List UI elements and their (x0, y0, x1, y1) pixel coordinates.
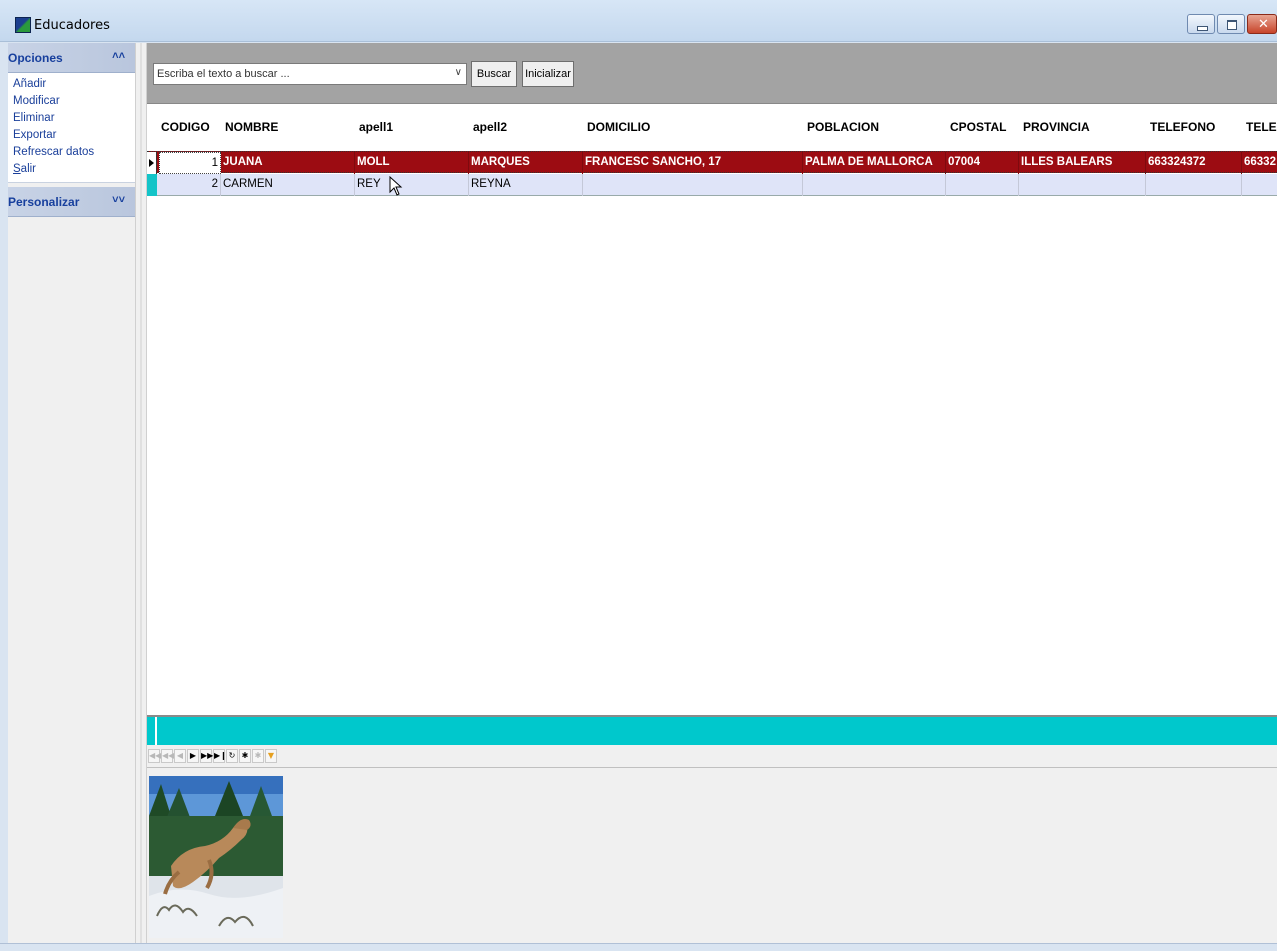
close-button[interactable]: ✕ (1247, 14, 1277, 34)
search-toolbar: ∨ Buscar Inicializar (147, 43, 1277, 103)
prior-record-icon[interactable]: ◀ (174, 749, 186, 763)
column-header-telefono[interactable]: TELEFONO (1146, 104, 1242, 150)
personalizar-header[interactable]: Personalizar ˅˅ (8, 187, 135, 217)
last-record-icon[interactable]: ▶❙ (213, 749, 227, 763)
column-header-nombre[interactable]: NOMBRE (221, 104, 355, 150)
photo-panel (147, 767, 1277, 943)
next-page-icon[interactable]: ▶▶ (200, 749, 213, 763)
cell-codigo[interactable]: 2 (159, 174, 221, 196)
cougar-image (149, 776, 283, 938)
cell-telefono[interactable] (1146, 174, 1242, 196)
table-row[interactable]: 1 JUANA MOLL MARQUES FRANCESC SANCHO, 17… (147, 151, 1277, 174)
cell-apell2[interactable]: MARQUES (469, 152, 583, 174)
cell-telefono[interactable]: 663324372 (1146, 152, 1242, 174)
search-input[interactable] (154, 64, 444, 84)
cell-provincia[interactable] (1019, 174, 1146, 196)
sidebar: Opciones ˄˄ Añadir Modificar Eliminar Ex… (8, 43, 135, 943)
cell-cpostal[interactable] (946, 174, 1019, 196)
record-navigator: ◀◀ ◀◀ ◀ ▶ ▶▶ ▶❙ ↻ ✱ ✱ ▼ (147, 745, 1277, 767)
maximize-button[interactable] (1217, 14, 1245, 34)
cell-apell2[interactable]: REYNA (469, 174, 583, 196)
cell-codigo[interactable]: 1 (159, 152, 221, 174)
sidebar-item-eliminar[interactable]: Eliminar (8, 110, 135, 127)
data-grid[interactable]: CODIGO NOMBRE apell1 apell2 DOMICILIO PO… (147, 103, 1277, 715)
window-title: Educadores (34, 18, 110, 33)
window-bottom-border (0, 943, 1277, 951)
row-indicator-icon (147, 152, 157, 174)
close-icon: ✕ (1258, 16, 1269, 31)
mouse-cursor-icon (389, 176, 403, 196)
inicializar-button[interactable]: Inicializar (522, 61, 574, 87)
cell-telefono2[interactable]: 66332 (1242, 152, 1277, 174)
grid-footer-bar (147, 715, 1277, 745)
minimize-button[interactable] (1187, 14, 1215, 34)
title-bar[interactable]: Educadores ✕ (0, 0, 1277, 42)
panel-splitter[interactable] (135, 43, 147, 943)
sidebar-item-modificar[interactable]: Modificar (8, 93, 135, 110)
educator-photo (149, 776, 283, 938)
chevron-down-icon[interactable]: ∨ (455, 67, 462, 78)
salir-mnemonic: S (13, 163, 21, 175)
grid-header: CODIGO NOMBRE apell1 apell2 DOMICILIO PO… (147, 104, 1277, 150)
refresh-icon[interactable]: ↻ (226, 749, 238, 763)
chevron-up-icon[interactable]: ˄˄ (112, 50, 125, 62)
cell-cpostal[interactable]: 07004 (946, 152, 1019, 174)
cell-apell1[interactable]: REY (355, 174, 469, 196)
opciones-title: Opciones (8, 51, 63, 65)
application-window: Educadores ✕ Opciones ˄˄ Añadir Modifica… (0, 0, 1277, 951)
buscar-button[interactable]: Buscar (471, 61, 517, 87)
column-header-apell2[interactable]: apell2 (469, 104, 583, 150)
opciones-header[interactable]: Opciones ˄˄ (8, 43, 135, 73)
cell-nombre[interactable]: JUANA (221, 152, 355, 174)
row-indicator-icon (147, 174, 157, 196)
column-header-telefono2[interactable]: TELEF (1242, 104, 1277, 150)
cancel-icon[interactable]: ✱ (252, 749, 264, 763)
column-header-apell1[interactable]: apell1 (355, 104, 469, 150)
sidebar-item-anadir[interactable]: Añadir (8, 76, 135, 93)
column-header-poblacion[interactable]: POBLACION (803, 104, 946, 150)
filter-icon[interactable]: ▼ (265, 749, 277, 763)
next-record-icon[interactable]: ▶ (187, 749, 199, 763)
opciones-body: Añadir Modificar Eliminar Exportar Refre… (8, 73, 135, 183)
first-page-icon[interactable]: ◀◀ (148, 749, 161, 763)
cell-nombre[interactable]: CARMEN (221, 174, 355, 196)
cell-domicilio[interactable]: FRANCESC SANCHO, 17 (583, 152, 803, 174)
cell-apell1[interactable]: MOLL (355, 152, 469, 174)
column-header-codigo[interactable]: CODIGO (157, 104, 221, 150)
app-icon (15, 17, 31, 33)
search-combobox[interactable]: ∨ (153, 63, 467, 85)
cell-poblacion[interactable] (803, 174, 946, 196)
salir-rest: alir (20, 163, 37, 175)
prior-page-icon[interactable]: ◀◀ (161, 749, 174, 763)
insert-icon[interactable]: ✱ (239, 749, 251, 763)
sidebar-item-exportar[interactable]: Exportar (8, 127, 135, 144)
window-controls: ✕ (1185, 14, 1277, 34)
column-header-cpostal[interactable]: CPOSTAL (946, 104, 1019, 150)
cell-domicilio[interactable] (583, 174, 803, 196)
column-header-domicilio[interactable]: DOMICILIO (583, 104, 803, 150)
main-panel: ∨ Buscar Inicializar CODIGO NOMBRE apell… (147, 43, 1277, 943)
cell-telefono2[interactable] (1242, 174, 1277, 196)
table-row[interactable]: 2 CARMEN REY REYNA (147, 174, 1277, 196)
cell-poblacion[interactable]: PALMA DE MALLORCA (803, 152, 946, 174)
sidebar-item-salir[interactable]: Salir (8, 161, 135, 178)
sidebar-item-refrescar[interactable]: Refrescar datos (8, 144, 135, 161)
cell-provincia[interactable]: ILLES BALEARS (1019, 152, 1146, 174)
chevron-down-icon[interactable]: ˅˅ (112, 194, 125, 206)
personalizar-title: Personalizar (8, 195, 80, 209)
column-header-provincia[interactable]: PROVINCIA (1019, 104, 1146, 150)
